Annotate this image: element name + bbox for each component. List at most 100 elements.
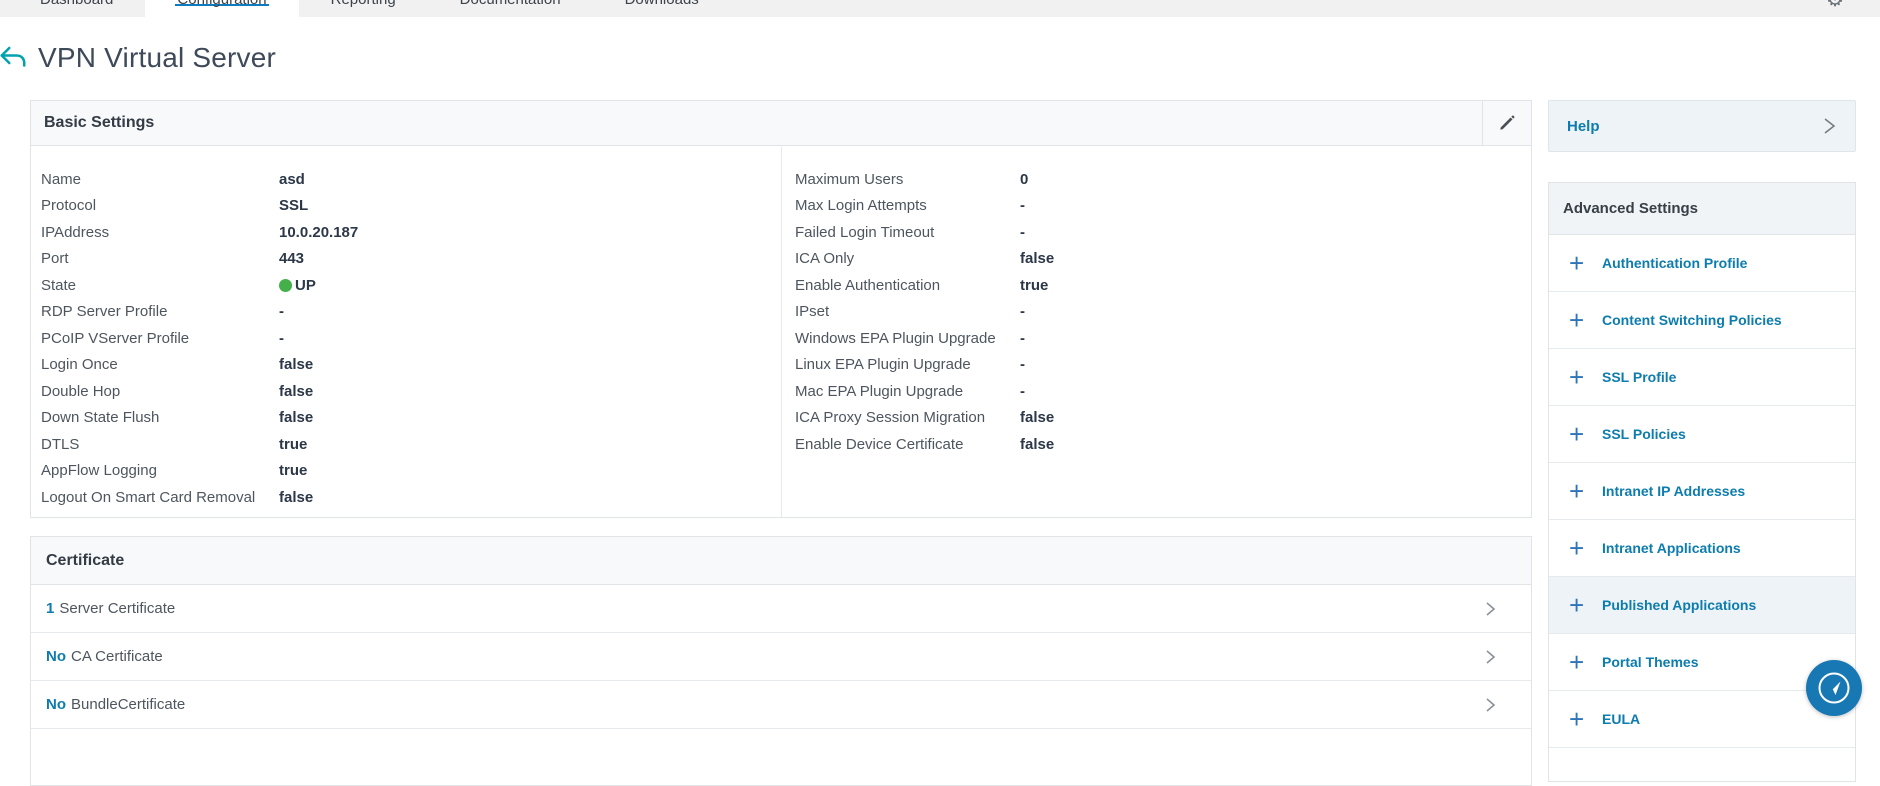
fields-left-column: Name asd Protocol SSL IPAddress 10.0.20.…: [31, 147, 781, 517]
tab[interactable]: Documentation: [428, 0, 593, 17]
field-label: Protocol: [41, 197, 279, 214]
edit-button[interactable]: [1482, 101, 1531, 145]
field-value-text: true: [1020, 277, 1048, 294]
field-value: false: [279, 489, 313, 506]
advanced-settings-item-label: EULA: [1602, 711, 1640, 727]
advanced-settings-item[interactable]: + Authentication Profile: [1549, 235, 1855, 292]
plus-icon: +: [1569, 709, 1595, 729]
certificate-panel: Certificate 1 Server Certificate No CA C…: [30, 536, 1532, 786]
field-row: Enable Device Certificate false: [782, 431, 1531, 458]
field-row: Name asd: [31, 166, 781, 193]
tab-label: Downloads: [625, 0, 699, 8]
field-row: ICA Only false: [782, 246, 1531, 273]
field-row: Logout On Smart Card Removal false: [31, 484, 781, 511]
status-up-dot: [279, 279, 292, 292]
field-label: Maximum Users: [795, 171, 1020, 188]
plus-icon: +: [1569, 367, 1595, 387]
field-value-text: -: [279, 303, 284, 320]
certificate-count: No: [46, 648, 66, 665]
field-row: Login Once false: [31, 352, 781, 379]
certificate-row[interactable]: No BundleCertificate: [31, 681, 1531, 729]
advanced-settings-item-label: Intranet IP Addresses: [1602, 483, 1745, 499]
plus-icon: +: [1569, 652, 1595, 672]
field-value-text: false: [279, 383, 313, 400]
advanced-settings-item-label: Published Applications: [1602, 597, 1756, 613]
field-value-text: -: [1020, 383, 1025, 400]
field-value-text: true: [279, 436, 307, 453]
certificate-label: CA Certificate: [71, 648, 163, 665]
field-value: true: [1020, 277, 1048, 294]
field-value-text: false: [279, 489, 313, 506]
chevron-right-icon: [1483, 649, 1497, 665]
certificate-label: BundleCertificate: [71, 696, 185, 713]
field-row: PCoIP VServer Profile -: [31, 325, 781, 352]
advanced-settings-item[interactable]: + Published Applications: [1549, 577, 1855, 634]
field-value: true: [279, 462, 307, 479]
basic-settings-header: Basic Settings: [31, 101, 1531, 146]
certificate-row[interactable]: No CA Certificate: [31, 633, 1531, 681]
basic-settings-fields: Name asd Protocol SSL IPAddress 10.0.20.…: [31, 147, 1531, 517]
field-value-text: false: [279, 409, 313, 426]
tab[interactable]: Dashboard: [8, 0, 145, 17]
advanced-settings-item-label: SSL Profile: [1602, 369, 1676, 385]
field-row: State UP: [31, 272, 781, 299]
page-title-row: VPN Virtual Server: [0, 42, 276, 74]
field-value: UP: [279, 277, 316, 294]
field-label: Double Hop: [41, 383, 279, 400]
field-value: false: [1020, 436, 1054, 453]
field-value: false: [279, 409, 313, 426]
field-label: Enable Authentication: [795, 277, 1020, 294]
field-value-text: UP: [295, 277, 316, 294]
field-label: ICA Proxy Session Migration: [795, 409, 1020, 426]
field-label: Linux EPA Plugin Upgrade: [795, 356, 1020, 373]
certificate-count: No: [46, 696, 66, 713]
advanced-settings-item[interactable]: + Intranet Applications: [1549, 520, 1855, 577]
field-value-text: 10.0.20.187: [279, 224, 358, 241]
field-value: false: [1020, 250, 1054, 267]
tab[interactable]: Configuration: [145, 0, 298, 17]
paper-plane-icon: [1814, 668, 1854, 708]
field-row: DTLS true: [31, 431, 781, 458]
gear-icon[interactable]: ⚙: [1826, 0, 1844, 17]
field-row: Port 443: [31, 246, 781, 273]
certificate-header: Certificate: [31, 537, 1531, 585]
advanced-settings-item[interactable]: + SSL Profile: [1549, 349, 1855, 406]
chevron-right-icon: [1483, 601, 1497, 617]
advanced-settings-header: Advanced Settings: [1549, 183, 1855, 235]
tab[interactable]: Reporting: [299, 0, 428, 17]
field-value-text: false: [279, 356, 313, 373]
basic-settings-panel: Basic Settings Name asd Protocol SSL: [30, 100, 1532, 518]
field-label: Windows EPA Plugin Upgrade: [795, 330, 1020, 347]
field-row: Max Login Attempts -: [782, 193, 1531, 220]
top-tabbar: Dashboard Configuration Reporting Docume…: [0, 0, 1880, 17]
field-value: 0: [1020, 171, 1028, 188]
field-value: -: [279, 330, 284, 347]
tab[interactable]: Downloads: [593, 0, 731, 17]
field-value: -: [1020, 224, 1025, 241]
help-card[interactable]: Help: [1548, 100, 1856, 152]
field-value-text: 0: [1020, 171, 1028, 188]
quick-nav-fab[interactable]: [1806, 660, 1862, 716]
field-value-text: false: [1020, 250, 1054, 267]
field-row: Down State Flush false: [31, 405, 781, 432]
field-label: Enable Device Certificate: [795, 436, 1020, 453]
field-row: ICA Proxy Session Migration false: [782, 405, 1531, 432]
help-label: Help: [1567, 118, 1600, 135]
field-row: Maximum Users 0: [782, 166, 1531, 193]
field-value: asd: [279, 171, 305, 188]
field-label: DTLS: [41, 436, 279, 453]
back-arrow-icon[interactable]: [0, 43, 28, 73]
field-label: Down State Flush: [41, 409, 279, 426]
tab-label: Dashboard: [40, 0, 113, 8]
field-label: Logout On Smart Card Removal: [41, 489, 279, 506]
field-row: IPAddress 10.0.20.187: [31, 219, 781, 246]
advanced-settings-item[interactable]: + SSL Policies: [1549, 406, 1855, 463]
advanced-settings-item[interactable]: + Intranet IP Addresses: [1549, 463, 1855, 520]
field-label: Port: [41, 250, 279, 267]
field-row: Failed Login Timeout -: [782, 219, 1531, 246]
certificate-row[interactable]: 1 Server Certificate: [31, 585, 1531, 633]
field-label: Max Login Attempts: [795, 197, 1020, 214]
pencil-icon: [1497, 113, 1517, 133]
field-row: Enable Authentication true: [782, 272, 1531, 299]
advanced-settings-item[interactable]: + Content Switching Policies: [1549, 292, 1855, 349]
